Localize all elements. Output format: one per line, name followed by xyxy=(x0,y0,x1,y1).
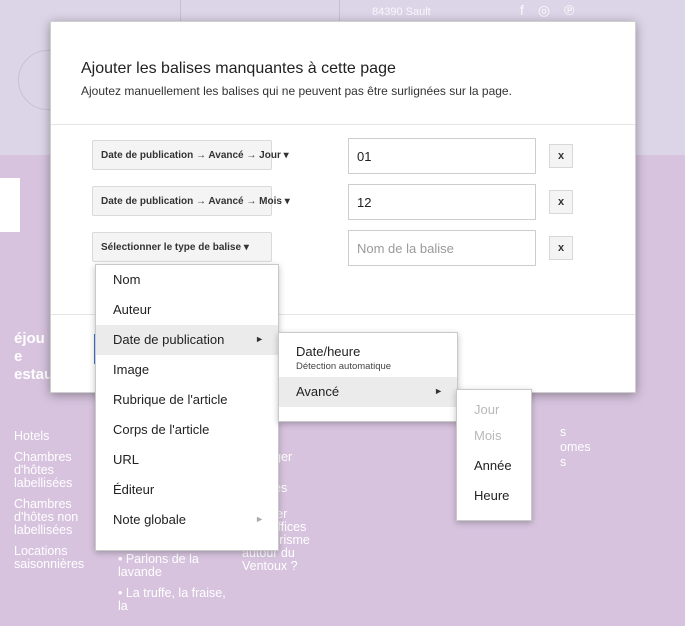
menu-item-heure[interactable]: Heure xyxy=(457,481,531,511)
footer-link[interactable]: Chambres d'hôtes labellisées xyxy=(14,451,104,490)
tag-value-input[interactable]: 01 xyxy=(348,138,536,174)
remove-tag-button[interactable]: x xyxy=(549,144,573,168)
dialog-subtitle: Ajoutez manuellement les balises qui ne … xyxy=(81,84,512,98)
menu-item[interactable]: URL xyxy=(96,445,278,475)
menu-item-label: Date/heure xyxy=(296,344,361,359)
remove-tag-button[interactable]: x xyxy=(549,236,573,260)
dialog-title: Ajouter les balises manquantes à cette p… xyxy=(81,60,396,77)
submenu-arrow-icon: ► xyxy=(434,386,443,396)
tag-name-input[interactable]: Nom de la balise xyxy=(348,230,536,266)
menu-item-label: Date de publication xyxy=(113,332,225,347)
menu-item-avance[interactable]: Avancé ► xyxy=(279,377,457,407)
menu-item[interactable]: Corps de l'article xyxy=(96,415,278,445)
submenu-arrow-icon: ► xyxy=(255,334,264,344)
menu-item[interactable]: Rubrique de l'article xyxy=(96,385,278,415)
pinterest-icon[interactable]: ℗ xyxy=(564,2,588,18)
remove-tag-button[interactable]: x xyxy=(549,190,573,214)
menu-item[interactable]: Nom xyxy=(96,265,278,295)
instagram-icon[interactable]: ◎ xyxy=(538,2,564,18)
footer-link[interactable]: • Parlons de la lavande xyxy=(118,553,236,579)
tag-type-menu: Nom Auteur Date de publication ► Image R… xyxy=(95,264,279,551)
tag-value-input[interactable]: 12 xyxy=(348,184,536,220)
footer-link[interactable]: Locations saisonnières xyxy=(14,545,104,571)
header-address: 84390 Sault xyxy=(372,6,431,18)
menu-item[interactable]: Image xyxy=(96,355,278,385)
menu-item[interactable]: Éditeur xyxy=(96,475,278,505)
menu-item-jour: Jour xyxy=(474,402,500,417)
footer-column-2: • Parlons de la lavande • La truffe, la … xyxy=(118,553,236,621)
menu-item-mois: Mois xyxy=(474,428,502,443)
menu-item-date-heure[interactable]: Date/heure Détection automatique xyxy=(279,333,457,377)
menu-item-description: Détection automatique xyxy=(296,361,392,372)
footer-link[interactable]: s xyxy=(560,456,620,469)
tag-type-select[interactable]: Sélectionner le type de balise ▾ xyxy=(92,232,272,262)
footer-link[interactable]: s xyxy=(560,426,620,439)
menu-item-note-globale[interactable]: Note globale ► xyxy=(96,505,278,535)
footer-link[interactable]: Chambres d'hôtes non labellisées xyxy=(14,498,104,537)
advanced-submenu: Jour Mois Année Heure xyxy=(456,389,532,521)
menu-item-annee[interactable]: Année xyxy=(457,451,531,481)
footer-column-4: s omes s xyxy=(560,426,620,469)
divider xyxy=(51,124,635,125)
side-tab[interactable] xyxy=(0,178,20,232)
tag-type-select[interactable]: Date de publication → Avancé → Jour ▾ xyxy=(92,140,289,170)
tag-type-select[interactable]: Date de publication → Avancé → Mois ▾ xyxy=(92,186,290,216)
footer-link[interactable]: omes xyxy=(560,441,620,454)
date-publication-submenu: Date/heure Détection automatique Avancé … xyxy=(278,332,458,422)
footer-link[interactable]: Hotels xyxy=(14,430,104,443)
menu-item[interactable]: Auteur xyxy=(96,295,278,325)
menu-item-label: Avancé xyxy=(296,384,340,399)
footer-link[interactable]: • La truffe, la fraise, la xyxy=(118,587,236,613)
submenu-arrow-icon: ► xyxy=(255,514,264,524)
footer-column-1: Hotels Chambres d'hôtes labellisées Cham… xyxy=(14,430,104,579)
social-links: f◎℗ xyxy=(520,2,588,19)
facebook-icon[interactable]: f xyxy=(520,2,538,18)
menu-item-label: Note globale xyxy=(113,512,186,527)
menu-item-date-publication[interactable]: Date de publication ► xyxy=(96,325,278,355)
